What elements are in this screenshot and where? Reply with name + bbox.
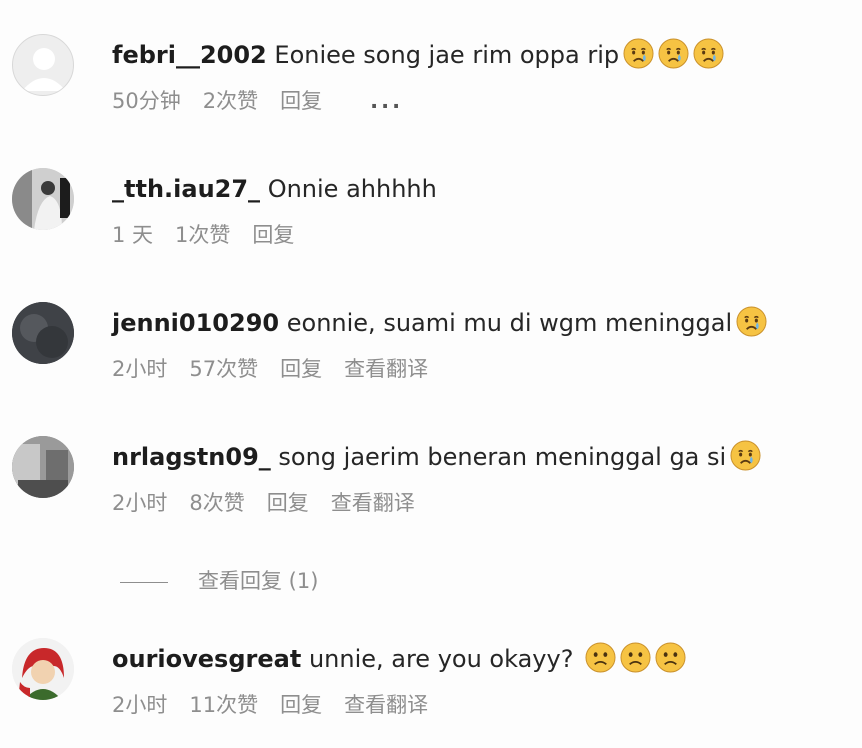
reply-button[interactable]: 回复 [280, 354, 322, 384]
comment-username[interactable]: febri__2002 [112, 41, 267, 69]
avatar[interactable] [12, 638, 74, 700]
avatar[interactable] [12, 168, 74, 230]
comment-username[interactable]: ouriovesgreat [112, 645, 301, 673]
comment-body: _tth.iau27_ Onnie ahhhhh [112, 172, 437, 206]
view-replies-button[interactable]: 查看回复 (1) [120, 566, 318, 596]
avatar[interactable] [12, 34, 74, 96]
crying-face-emoji-icon [693, 38, 724, 69]
comment-meta: 50分钟 2次赞 回复... [112, 86, 425, 116]
comment-username[interactable]: _tth.iau27_ [112, 175, 260, 203]
likes-count[interactable]: 2次赞 [203, 86, 258, 116]
default-avatar-icon [22, 48, 66, 91]
comment-text: Onnie ahhhhh [267, 175, 437, 203]
comment-text: unnie, are you okayy? [308, 645, 574, 673]
comment-meta: 2小时 11次赞 回复 查看翻译 [112, 690, 450, 720]
comment-meta: 1 天 1次赞 回复 [112, 220, 316, 250]
comment-time: 2小时 [112, 693, 168, 717]
profile-photo-icon [12, 638, 74, 700]
comment-username[interactable]: nrlagstn09_ [112, 443, 271, 471]
profile-photo-icon [12, 302, 74, 364]
comment-body: nrlagstn09_ song jaerim beneran meningga… [112, 440, 761, 474]
avatar[interactable] [12, 302, 74, 364]
reply-button[interactable]: 回复 [280, 86, 322, 116]
comment-time: 2小时 [112, 357, 168, 381]
comment-item: nrlagstn09_ song jaerim beneran meningga… [0, 436, 862, 546]
comment-text: eonnie, suami mu di wgm meninggal [286, 309, 733, 337]
comment-item: ouriovesgreat unnie, are you okayy? 2小时 1… [0, 638, 862, 748]
comment-body: ouriovesgreat unnie, are you okayy? [112, 642, 686, 676]
comment-body: febri__2002 Eoniee song jae rim oppa rip [112, 38, 724, 72]
comment-time: 50分钟 [112, 89, 181, 113]
likes-count[interactable]: 57次赞 [189, 354, 258, 384]
slightly-frowning-face-emoji-icon [620, 642, 651, 673]
more-options-icon[interactable]: ... [370, 86, 403, 116]
comment-time: 1 天 [112, 223, 154, 247]
crying-face-emoji-icon [730, 440, 761, 471]
comment-meta: 2小时 8次赞 回复 查看翻译 [112, 488, 437, 518]
likes-count[interactable]: 8次赞 [189, 488, 244, 518]
profile-photo-icon [12, 168, 74, 230]
likes-count[interactable]: 11次赞 [189, 690, 258, 720]
view-replies-label: 查看回复 (1) [198, 569, 319, 593]
comment-text: Eoniee song jae rim oppa rip [274, 41, 620, 69]
translate-button[interactable]: 查看翻译 [331, 488, 415, 518]
slightly-frowning-face-emoji-icon [585, 642, 616, 673]
comment-meta: 2小时 57次赞 回复 查看翻译 [112, 354, 450, 384]
slightly-frowning-face-emoji-icon [655, 642, 686, 673]
profile-photo-icon [12, 436, 74, 498]
comment-item: _tth.iau27_ Onnie ahhhhh 1 天 1次赞 回复 [0, 168, 862, 278]
comment-item: jenni010290 eonnie, suami mu di wgm meni… [0, 302, 862, 412]
reply-button[interactable]: 回复 [267, 488, 309, 518]
reply-button[interactable]: 回复 [280, 690, 322, 720]
divider [120, 581, 168, 583]
crying-face-emoji-icon [736, 306, 767, 337]
comment-item: febri__2002 Eoniee song jae rim oppa rip… [0, 34, 862, 144]
avatar[interactable] [12, 436, 74, 498]
comment-text: song jaerim beneran meninggal ga si [278, 443, 727, 471]
crying-face-emoji-icon [658, 38, 689, 69]
translate-button[interactable]: 查看翻译 [344, 690, 428, 720]
translate-button[interactable]: 查看翻译 [344, 354, 428, 384]
comment-body: jenni010290 eonnie, suami mu di wgm meni… [112, 306, 767, 340]
reply-button[interactable]: 回复 [252, 220, 294, 250]
crying-face-emoji-icon [623, 38, 654, 69]
likes-count[interactable]: 1次赞 [175, 220, 230, 250]
comment-time: 2小时 [112, 491, 168, 515]
comment-username[interactable]: jenni010290 [112, 309, 279, 337]
